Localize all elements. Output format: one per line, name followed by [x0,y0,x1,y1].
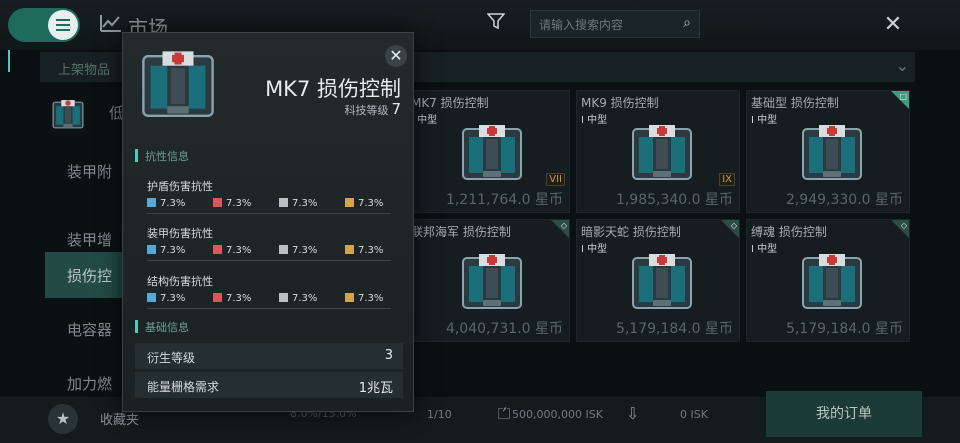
item-price: 2,949,330.0 星币 [785,192,903,208]
search-box: ⌕ [530,10,700,38]
item-price: 5,179,184.0 星币 [785,321,903,337]
item-size: I 中型 [581,244,608,255]
item-price: 1,211,764.0 星币 [445,192,563,208]
resistance-title: 装甲伤害抗性 [147,227,213,240]
crate-icon [802,253,862,309]
explosive-icon [345,293,354,302]
item-name: MK7 损伤控制 [411,96,489,110]
item-name: 缚魂 损伤控制 [751,225,827,239]
crate-icon [632,124,692,180]
item-price: 4,040,731.0 星币 [445,321,563,337]
filter-button[interactable] [478,10,514,40]
close-icon[interactable]: ✕ [385,45,407,67]
filter-icon [486,13,506,30]
item-level: VII [546,173,565,186]
square-icon: □ [899,92,907,101]
search-icon[interactable]: ⌕ [683,15,691,31]
basket-icon: ⇩ [626,404,640,423]
page-count: 1/10 [427,408,452,421]
basic-info-header: 基础信息 [135,318,403,336]
accent-divider [8,50,10,72]
kinetic-icon [279,293,288,302]
item-card[interactable]: 缚魂 损伤控制 I 中型 ◇ 5,179,184.0 星币 [746,219,910,342]
search-input[interactable] [539,16,669,34]
diamond-icon: ◇ [560,221,567,230]
my-orders-button[interactable]: 我的订单 [766,391,922,437]
item-size: I 中型 [751,115,778,126]
crate-icon [632,253,692,309]
crate-icon [52,99,84,129]
diamond-icon: ◇ [730,221,737,230]
resistance-header: 抗性信息 [135,147,403,165]
section-title: 上架物品 [58,63,111,78]
item-card[interactable]: 暗影天蛇 损伤控制 I 中型 ◇ 5,179,184.0 星币 [576,219,740,342]
diamond-icon: ◇ [900,221,907,230]
item-size: I 中型 [751,244,778,255]
chevron-down-icon[interactable]: ⌄ [896,56,909,75]
order-amount: 0 ISK [680,408,708,421]
item-price: 5,179,184.0 星币 [615,321,733,337]
resistance-row: 7.3% 7.3% 7.3% 7.3% [147,243,391,261]
item-name: 暗影天蛇 损伤控制 [581,225,681,239]
kinetic-icon [279,198,288,207]
chart-icon [100,13,122,35]
explosive-icon [345,245,354,254]
item-size: I 中型 [411,115,438,126]
crate-icon [462,253,522,309]
item-card[interactable]: 联邦海军 损伤控制 ◇ 4,040,731.0 星币 [406,219,570,342]
kinetic-icon [279,245,288,254]
wallet-amount: 500,000,000 ISK [512,408,603,421]
star-icon[interactable]: ★ [48,404,78,434]
item-card[interactable]: MK7 损伤控制 I 中型 VII 1,211,764.0 星币 [406,90,570,213]
basic-info-row: 衍生等级 3 [135,343,403,369]
thermal-icon [213,198,222,207]
em-icon [147,245,156,254]
resistance-title: 结构伤害抗性 [147,275,213,288]
item-size: I 中型 [581,115,608,126]
explosive-icon [345,198,354,207]
resistance-row: 7.3% 7.3% 7.3% 7.3% [147,291,391,309]
resistance-row: 7.3% 7.3% 7.3% 7.3% [147,196,391,214]
menu-button[interactable] [8,8,80,42]
item-card[interactable]: 基础型 损伤控制 I 中型 □ 2,949,330.0 星币 [746,90,910,213]
item-name: 联邦海军 损伤控制 [411,225,511,239]
item-detail-popup: ✕ MK7 损伤控制 科技等级 7 抗性信息 护盾伤害抗性 7.3% 7.3% 7… [122,32,414,412]
item-price: 1,985,340.0 星币 [615,192,733,208]
tech-level: 科技等级 7 [344,100,401,118]
thermal-icon [213,245,222,254]
item-name: 基础型 损伤控制 [751,96,839,110]
item-name: MK9 损伤控制 [581,96,659,110]
basic-info-row: 能量栅格需求 1兆瓦 [135,372,403,398]
item-level: IX [719,173,735,186]
item-card[interactable]: MK9 损伤控制 I 中型 IX 1,985,340.0 星币 [576,90,740,213]
menu-icon [48,10,78,40]
em-icon [147,198,156,207]
crate-icon [142,50,214,118]
wallet-icon: ⏍ [498,404,511,423]
crate-icon [802,124,862,180]
thermal-icon [213,293,222,302]
em-icon [147,293,156,302]
close-icon[interactable]: ✕ [880,12,906,38]
crate-icon [462,124,522,180]
resistance-title: 护盾伤害抗性 [147,180,213,193]
